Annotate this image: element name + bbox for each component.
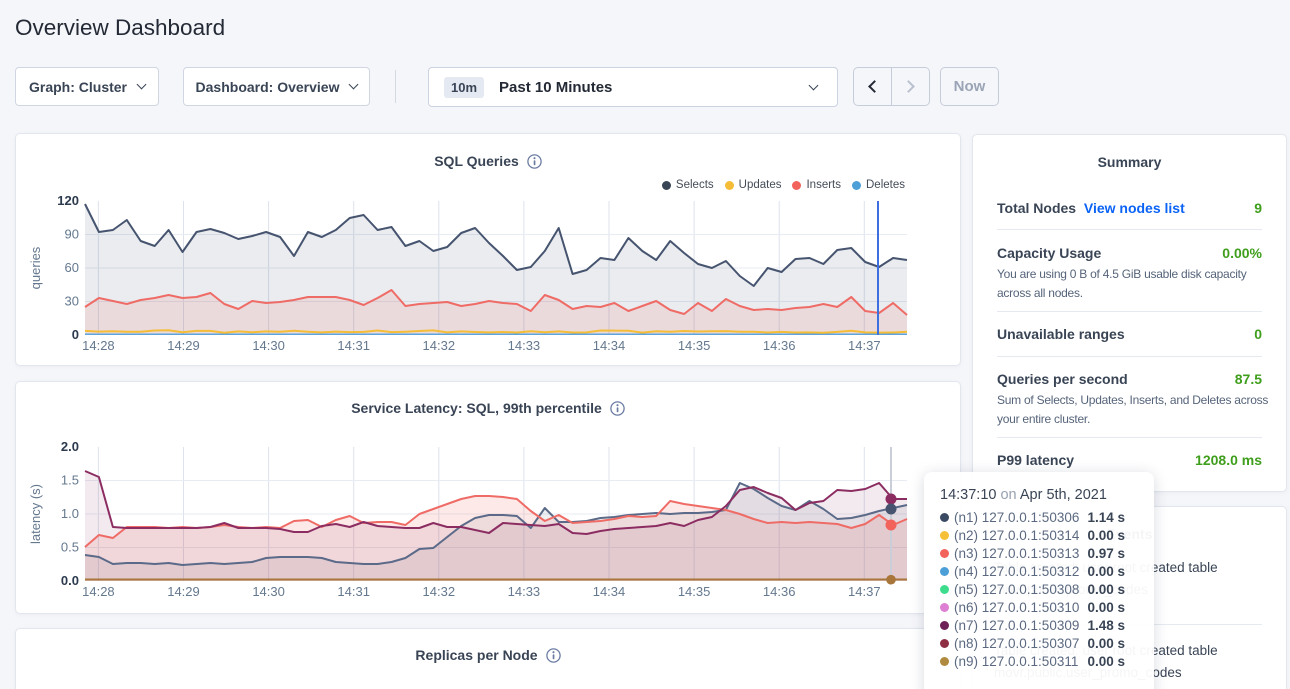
svg-text:14:29: 14:29 bbox=[167, 338, 200, 353]
svg-text:14:29: 14:29 bbox=[167, 584, 200, 599]
svg-text:0.0: 0.0 bbox=[61, 573, 79, 588]
svg-text:14:28: 14:28 bbox=[82, 584, 115, 599]
svg-text:30: 30 bbox=[65, 294, 79, 309]
svg-text:120: 120 bbox=[57, 193, 79, 208]
svg-text:14:28: 14:28 bbox=[82, 338, 115, 353]
svg-text:14:37: 14:37 bbox=[848, 338, 881, 353]
svg-text:14:30: 14:30 bbox=[252, 338, 285, 353]
svg-text:1.5: 1.5 bbox=[61, 473, 79, 488]
svg-text:14:31: 14:31 bbox=[337, 338, 370, 353]
svg-text:14:36: 14:36 bbox=[763, 338, 796, 353]
svg-text:14:34: 14:34 bbox=[593, 338, 626, 353]
svg-text:0.5: 0.5 bbox=[61, 540, 79, 555]
svg-text:14:36: 14:36 bbox=[763, 584, 796, 599]
svg-text:14:33: 14:33 bbox=[508, 338, 541, 353]
svg-text:60: 60 bbox=[65, 260, 79, 275]
svg-text:latency (s): latency (s) bbox=[28, 484, 43, 544]
svg-text:14:32: 14:32 bbox=[423, 584, 456, 599]
svg-text:14:32: 14:32 bbox=[423, 338, 456, 353]
svg-text:14:35: 14:35 bbox=[678, 584, 711, 599]
svg-text:0: 0 bbox=[72, 327, 79, 342]
svg-text:queries: queries bbox=[28, 246, 43, 289]
svg-text:2.0: 2.0 bbox=[61, 439, 79, 454]
svg-text:14:37: 14:37 bbox=[848, 584, 881, 599]
svg-text:14:30: 14:30 bbox=[252, 584, 285, 599]
svg-text:14:35: 14:35 bbox=[678, 338, 711, 353]
svg-text:1.0: 1.0 bbox=[61, 506, 79, 521]
svg-text:14:31: 14:31 bbox=[337, 584, 370, 599]
svg-text:14:33: 14:33 bbox=[508, 584, 541, 599]
svg-text:14:34: 14:34 bbox=[593, 584, 626, 599]
svg-text:90: 90 bbox=[65, 227, 79, 242]
